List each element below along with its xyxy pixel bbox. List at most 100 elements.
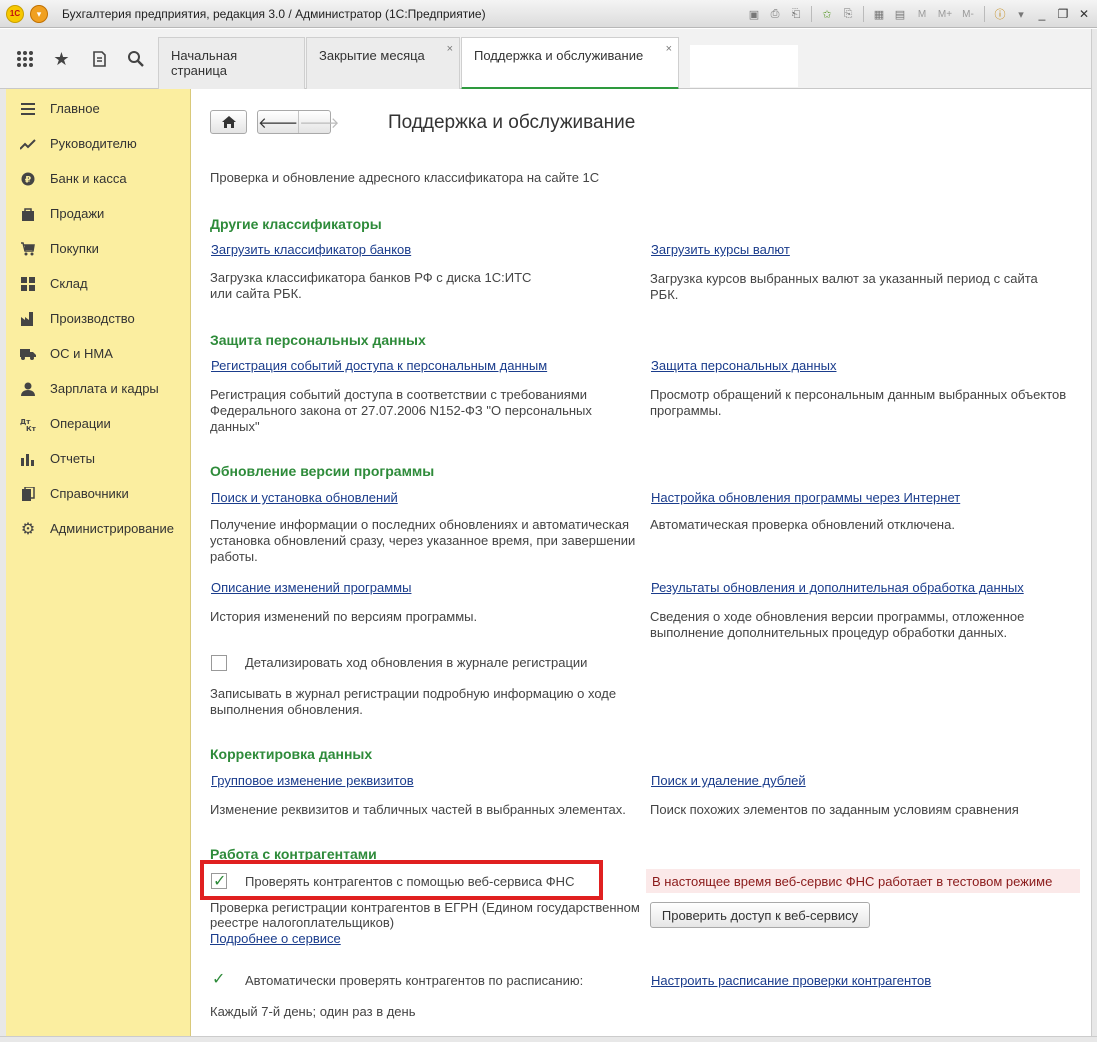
tab-label: Поддержка и обслуживание xyxy=(474,48,644,63)
sidebar-item-label: Покупки xyxy=(50,241,99,256)
check-web-service-button[interactable]: Проверить доступ к веб-сервису xyxy=(650,902,870,928)
description: Изменение реквизитов и табличных частей … xyxy=(210,802,626,817)
sidebar-item-admin[interactable]: ⚙ Администрирование xyxy=(6,511,191,546)
schedule-settings-link[interactable]: Настроить расписание проверки контрагент… xyxy=(651,973,931,988)
history-nav: 🡐 🡒 xyxy=(257,110,339,134)
personal-data-protection-link[interactable]: Защита персональных данных xyxy=(651,358,837,373)
description: Федерального закона от 27.07.2006 N152-Ф… xyxy=(210,403,592,418)
apps-grid-icon[interactable] xyxy=(6,29,43,89)
minimize-icon[interactable]: _ xyxy=(1033,5,1051,23)
find-install-updates-link[interactable]: Поиск и установка обновлений xyxy=(211,490,398,505)
close-icon[interactable]: × xyxy=(447,43,453,55)
description: Автоматическая проверка обновлений отклю… xyxy=(650,517,955,532)
description: работы. xyxy=(210,549,258,564)
toolbar-separator xyxy=(811,6,812,22)
fns-check-checkbox[interactable] xyxy=(211,871,227,891)
memory-m-button[interactable]: M xyxy=(912,5,932,23)
page-title: Поддержка и обслуживание xyxy=(388,112,636,133)
personal-data-access-log-link[interactable]: Регистрация событий доступа к персональн… xyxy=(211,358,547,373)
find-delete-duplicates-link[interactable]: Поиск и удаление дублей xyxy=(651,773,806,788)
favorite-icon[interactable]: ✩ xyxy=(818,5,836,23)
calendar-icon[interactable]: ▤ xyxy=(891,5,909,23)
sidebar-item-warehouse[interactable]: Склад xyxy=(6,266,191,301)
description: Поиск похожих элементов по заданным усло… xyxy=(650,802,1019,817)
preview-icon[interactable]: ⎗ xyxy=(787,5,805,23)
forward-button[interactable]: 🡒 xyxy=(299,111,339,133)
sidebar-item-salary[interactable]: Зарплата и кадры xyxy=(6,371,191,406)
sidebar-item-catalogs[interactable]: Справочники xyxy=(6,476,191,511)
person-icon xyxy=(6,382,50,396)
sidebar-item-purchases[interactable]: Покупки xyxy=(6,231,191,266)
main-menu-button[interactable]: ▾ xyxy=(30,5,48,23)
description: История изменений по версиям программы. xyxy=(210,609,478,624)
svg-text:₽: ₽ xyxy=(25,175,31,185)
title-toolbar: ▣ ⎙ ⎗ ✩ ⎘ ▦ ▤ M M+ M- ⓘ ▾ _ ❐ ✕ xyxy=(745,4,1093,24)
sidebar-item-label: Главное xyxy=(50,101,100,116)
home-button[interactable] xyxy=(210,110,247,134)
description: данных" xyxy=(210,419,260,434)
load-currency-rates-link[interactable]: Загрузить курсы валют xyxy=(651,242,790,257)
info-icon[interactable]: ⓘ xyxy=(991,5,1009,23)
description: или сайта РБК. xyxy=(210,286,302,301)
tab-month-close[interactable]: Закрытие месяца × xyxy=(306,37,460,89)
description: выполнение дополнительных процедур обраб… xyxy=(650,625,1008,640)
sidebar-item-main[interactable]: Главное xyxy=(6,91,191,126)
save-icon[interactable]: ▣ xyxy=(745,5,763,23)
sidebar-item-label: Отчеты xyxy=(50,451,95,466)
close-icon[interactable]: × xyxy=(666,43,672,55)
sidebar-item-label: Производство xyxy=(50,311,135,326)
sidebar-item-manager[interactable]: Руководителю xyxy=(6,126,191,161)
service-details-link[interactable]: Подробнее о сервисе xyxy=(210,931,341,946)
bar-chart-icon xyxy=(6,452,50,466)
description: Загрузка классификатора банков РФ с диск… xyxy=(210,270,532,285)
sidebar-item-reports[interactable]: Отчеты xyxy=(6,441,191,476)
sidebar-item-sales[interactable]: Продажи xyxy=(6,196,191,231)
print-icon[interactable]: ⎙ xyxy=(766,5,784,23)
chevron-down-icon[interactable]: ▾ xyxy=(1012,5,1030,23)
load-banks-link[interactable]: Загрузить классификатор банков xyxy=(211,242,411,257)
checkbox-label[interactable]: Проверять контрагентов с помощью веб-сер… xyxy=(245,874,574,890)
search-icon[interactable] xyxy=(117,29,154,89)
toolbar-separator xyxy=(863,6,864,22)
factory-icon xyxy=(6,311,50,326)
grid-icon xyxy=(6,276,50,291)
sidebar-item-label: Продажи xyxy=(50,206,105,221)
schedule-description: Каждый 7-й день; один раз в день xyxy=(210,1004,416,1019)
calculator-icon[interactable]: ▦ xyxy=(870,5,888,23)
program-changes-link[interactable]: Описание изменений программы xyxy=(211,580,411,595)
sidebar-item-label: Зарплата и кадры xyxy=(50,381,159,396)
1c-logo-icon: 1С xyxy=(6,5,24,23)
coin-icon: ₽ xyxy=(6,172,50,186)
star-icon[interactable]: ★ xyxy=(43,29,80,89)
sidebar-item-fixed-assets[interactable]: ОС и НМА xyxy=(6,336,191,371)
description: Просмотр обращений к персональным данным… xyxy=(650,387,1067,402)
detail-log-checkbox[interactable] xyxy=(211,655,227,671)
section-heading: Защита персональных данных xyxy=(210,332,426,348)
sidebar-item-production[interactable]: Производство xyxy=(6,301,191,336)
close-icon[interactable]: ✕ xyxy=(1075,5,1093,23)
tab-support[interactable]: Поддержка и обслуживание × xyxy=(461,37,679,90)
checkbox-label[interactable]: Автоматически проверять контрагентов по … xyxy=(245,973,583,989)
truck-icon xyxy=(6,348,50,360)
memory-mplus-button[interactable]: M+ xyxy=(935,5,955,23)
auto-check-checkbox[interactable] xyxy=(211,969,227,989)
toolbar-separator xyxy=(984,6,985,22)
trend-icon xyxy=(6,138,50,150)
window-title: Бухгалтерия предприятия, редакция 3.0 / … xyxy=(62,7,486,21)
internet-update-settings-link[interactable]: Настройка обновления программы через Инт… xyxy=(651,490,960,505)
sidebar-item-operations[interactable]: Дт Кт Операции xyxy=(6,406,191,441)
tab-home[interactable]: Начальная страница xyxy=(158,37,305,89)
sidebar-item-bank[interactable]: ₽ Банк и касса xyxy=(6,161,191,196)
history-icon[interactable] xyxy=(80,29,117,89)
back-button[interactable]: 🡐 xyxy=(258,111,300,133)
description: Проверка регистрации контрагентов в ЕГРН… xyxy=(210,900,640,915)
link-icon[interactable]: ⎘ xyxy=(839,5,857,23)
restore-icon[interactable]: ❐ xyxy=(1054,5,1072,23)
memory-mminus-button[interactable]: M- xyxy=(958,5,978,23)
tab-bar: ★ Начальная страница Закрытие месяца × П… xyxy=(0,29,1097,90)
sidebar-item-label: ОС и НМА xyxy=(50,346,113,361)
update-results-link[interactable]: Результаты обновления и дополнительная о… xyxy=(651,580,1024,595)
group-edit-attributes-link[interactable]: Групповое изменение реквизитов xyxy=(211,773,414,788)
checkbox-label[interactable]: Детализировать ход обновления в журнале … xyxy=(245,655,587,671)
description: установка обновлений сразу, через указан… xyxy=(210,533,636,548)
